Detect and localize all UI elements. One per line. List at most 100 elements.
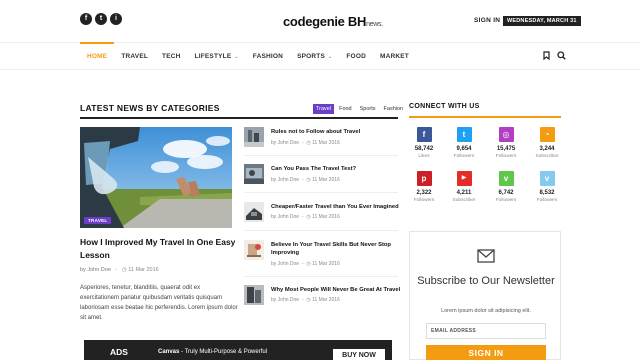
social-count: 3,244: [539, 146, 555, 152]
search-icon[interactable]: [557, 51, 566, 60]
date-badge: WEDNESDAY, MARCH 31: [503, 16, 581, 26]
social-pinterest[interactable]: p 2,322 Followers: [405, 171, 443, 203]
connect-title: CONNECT WITH US: [409, 103, 480, 110]
facebook-icon[interactable]: f: [80, 13, 92, 25]
nav-item-sports[interactable]: SPORTS ⌄: [290, 43, 339, 70]
nav-item-lifestyle[interactable]: LIFESTYLE ⌄: [188, 43, 246, 70]
list-divider: [244, 230, 398, 231]
list-item[interactable]: Cheaper/Faster Travel than You Ever Imag…: [244, 202, 400, 228]
list-item[interactable]: Rules not to Follow about Travel by John…: [244, 127, 400, 153]
nav-item-fashion[interactable]: FASHION: [246, 43, 290, 70]
author-name[interactable]: by John Doe: [271, 140, 299, 146]
clock-icon: ◷: [306, 140, 311, 146]
pinterest-icon[interactable]: p: [416, 171, 432, 186]
newsletter-subtitle: Lorem ipsum dolor sit adipisicing elit.: [441, 308, 531, 314]
author-name[interactable]: by John Doe: [271, 261, 299, 267]
article-meta: by John Doe - ◷ 11 Mar 2016: [271, 214, 340, 220]
email-field[interactable]: EMAIL ADDRESS: [426, 323, 546, 339]
nav-label: LIFESTYLE: [194, 53, 232, 60]
social-twitter[interactable]: t 9,654 Followers: [445, 127, 483, 159]
youtube-icon[interactable]: ▶: [456, 171, 472, 186]
social-count: 6,742: [498, 190, 514, 196]
post-date: 11 Mar 2016: [312, 177, 340, 183]
article-thumbnail[interactable]: [244, 164, 264, 184]
feature-title[interactable]: How I Improved My Travel In One Easy Les…: [80, 236, 240, 262]
article-title[interactable]: Can You Pass The Travel Test?: [271, 165, 401, 173]
nav-icons: [543, 51, 566, 60]
social-facebook[interactable]: f 58,742 Likes: [405, 127, 443, 159]
article-thumbnail[interactable]: [244, 127, 264, 147]
buy-now-button[interactable]: BUY NOW: [333, 349, 385, 360]
main-nav: HOME TRAVEL TECH LIFESTYLE ⌄ FASHION SPOR…: [0, 42, 640, 70]
newsletter-widget: Subscribe to Our Newsletter Lorem ipsum …: [409, 231, 561, 360]
article-title[interactable]: Why Most People Will Never Be Great At T…: [271, 286, 401, 294]
nav-item-travel[interactable]: TRAVEL: [114, 43, 155, 70]
post-date: 11 Mar 2016: [312, 140, 340, 146]
instagram-icon[interactable]: i: [110, 13, 122, 25]
social-label: Followers: [413, 198, 435, 203]
site-logo[interactable]: codegenie BHnews.: [283, 14, 383, 29]
facebook-icon[interactable]: f: [416, 127, 432, 142]
social-vimeo[interactable]: v 8,532 Followers: [528, 171, 566, 203]
feature-image[interactable]: [80, 127, 232, 228]
article-title[interactable]: Cheaper/Faster Travel than You Ever Imag…: [271, 203, 401, 211]
vimeo-icon[interactable]: v: [539, 171, 555, 186]
article-meta: by John Doe - ◷ 11 Mar 2016: [271, 297, 340, 303]
nav-item-market[interactable]: MARKET: [373, 43, 416, 70]
tab-sports[interactable]: Sports: [357, 104, 379, 114]
tab-food[interactable]: Food: [336, 104, 355, 114]
bookmark-icon[interactable]: [543, 51, 550, 60]
newsletter-title: Subscribe to Our Newsletter: [417, 275, 555, 287]
article-title[interactable]: Rules not to Follow about Travel: [271, 128, 401, 136]
rss-icon[interactable]: ◔: [539, 127, 555, 142]
social-label: Subscriber: [535, 154, 559, 159]
signin-link[interactable]: SIGN IN: [474, 17, 500, 24]
social-label: Followers: [536, 198, 558, 203]
social-label: Followers: [495, 154, 517, 159]
social-vine[interactable]: v 6,742 Followers: [487, 171, 525, 203]
author-name[interactable]: by John Doe: [271, 214, 299, 220]
section-divider: [80, 117, 398, 119]
nav-item-home[interactable]: HOME: [80, 42, 115, 70]
twitter-icon[interactable]: t: [95, 13, 107, 25]
article-title[interactable]: Believe In Your Travel Skills But Never …: [271, 241, 401, 257]
article-meta: by John Doe - ◷ 11 Mar 2016: [271, 261, 340, 267]
social-instagram[interactable]: ◎ 15,475 Followers: [487, 127, 525, 159]
envelope-icon: [477, 249, 495, 263]
article-meta: by John Doe - ◷ 11 Mar 2016: [271, 177, 340, 183]
nav-label: TRAVEL: [121, 53, 149, 60]
clock-icon: ◷: [306, 297, 311, 303]
post-date: 11 Mar 2016: [312, 261, 340, 267]
social-label: Subscriber: [452, 198, 476, 203]
list-item[interactable]: Can You Pass The Travel Test? by John Do…: [244, 164, 400, 190]
twitter-icon[interactable]: t: [456, 127, 472, 142]
tab-travel[interactable]: Travel: [313, 104, 335, 114]
list-item[interactable]: Why Most People Will Never Be Great At T…: [244, 285, 400, 311]
nav-label: TECH: [162, 53, 181, 60]
nav-item-food[interactable]: FOOD: [339, 43, 373, 70]
ad-banner[interactable]: ADS Canvas - Truly Multi-Purpose & Power…: [84, 340, 392, 360]
article-thumbnail[interactable]: [244, 202, 264, 222]
nav-label: FOOD: [346, 53, 366, 60]
author-name[interactable]: by John Doe: [271, 177, 299, 183]
feature-excerpt: Asperiores, tenetur, blanditiis, quaerat…: [80, 285, 238, 321]
category-badge[interactable]: TRAVEL: [84, 217, 112, 224]
post-date: 11 Mar 2016: [312, 214, 340, 220]
author-name[interactable]: by John Doe: [80, 267, 111, 273]
author-name[interactable]: by John Doe: [271, 297, 299, 303]
tab-fashion[interactable]: Fashion: [381, 104, 407, 114]
vine-icon[interactable]: v: [498, 171, 514, 186]
social-rss[interactable]: ◔ 3,244 Subscriber: [528, 127, 566, 159]
separator: -: [112, 267, 121, 273]
nav-item-tech[interactable]: TECH: [155, 43, 188, 70]
list-item[interactable]: Believe In Your Travel Skills But Never …: [244, 240, 401, 267]
newsletter-signin-button[interactable]: SIGN IN: [426, 345, 546, 360]
nav-menu: HOME TRAVEL TECH LIFESTYLE ⌄ FASHION SPOR…: [80, 42, 416, 70]
instagram-icon[interactable]: ◎: [498, 127, 514, 142]
ad-brand: Canvas: [158, 349, 180, 355]
social-youtube[interactable]: ▶ 4,211 Subscriber: [445, 171, 483, 203]
article-thumbnail[interactable]: [244, 240, 264, 260]
connect-divider: [409, 116, 561, 118]
article-thumbnail[interactable]: [244, 285, 264, 305]
list-divider: [244, 276, 398, 277]
